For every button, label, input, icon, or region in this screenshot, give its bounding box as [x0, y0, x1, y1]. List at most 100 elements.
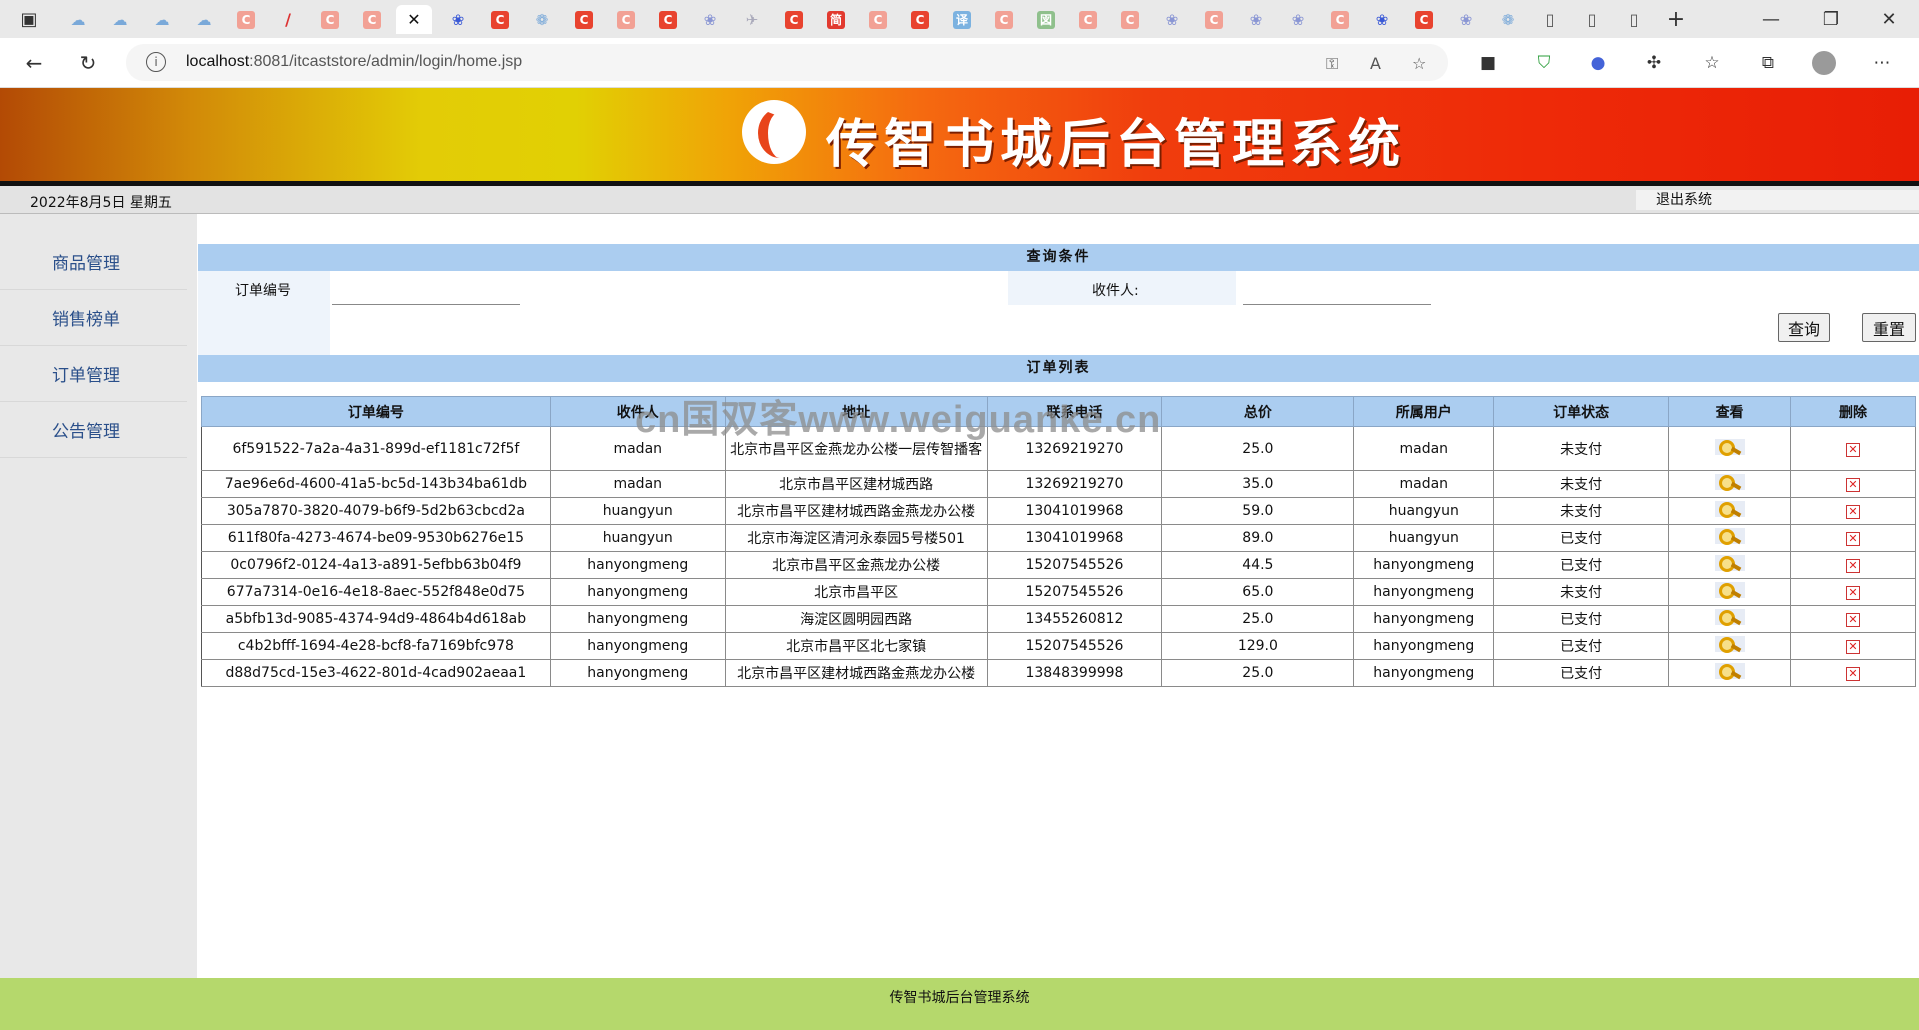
browser-tab[interactable]: ❀ [1448, 5, 1484, 34]
browser-tab[interactable]: ☁ [60, 5, 96, 34]
key-icon[interactable]: ⚿ [1326, 54, 1338, 74]
view-cell [1668, 470, 1792, 498]
new-tab-button[interactable]: + [1658, 5, 1694, 34]
browser-tab[interactable]: C [902, 5, 938, 34]
delete-icon[interactable]: ✕ [1846, 559, 1861, 573]
csdn-icon: C [617, 10, 635, 29]
browser-tab[interactable]: C [650, 5, 686, 34]
sidebar-item-orders[interactable]: 订单管理 [0, 346, 187, 402]
puzzle-icon[interactable]: ✣ [1642, 51, 1666, 75]
browser-tab[interactable]: C [1196, 5, 1232, 34]
reset-button[interactable]: 重置 [1862, 313, 1916, 342]
browser-tab[interactable]: 简 [818, 5, 854, 34]
cloud-icon: ☁ [70, 10, 86, 29]
view-magnifier-icon[interactable] [1714, 663, 1745, 680]
close-icon[interactable]: ✕ [407, 10, 420, 29]
url-text[interactable]: localhost:8081/itcaststore/admin/login/h… [186, 53, 522, 71]
browser-tab[interactable]: ✈ [734, 5, 770, 34]
browser-tab[interactable]: C [608, 5, 644, 34]
browser-tab[interactable]: ▯ [1616, 5, 1652, 34]
browser-tab[interactable]: C [1406, 5, 1442, 34]
browser-tab[interactable]: C [860, 5, 896, 34]
view-magnifier-icon[interactable] [1714, 582, 1745, 599]
favorites-icon[interactable]: ☆ [1700, 51, 1724, 75]
total-cell: 25.0 [1161, 426, 1355, 471]
view-magnifier-icon[interactable] [1714, 555, 1745, 572]
browser-tab[interactable]: 译 [944, 5, 980, 34]
browser-tab[interactable]: C [482, 5, 518, 34]
browser-tab[interactable]: ❀ [1280, 5, 1316, 34]
extension-icon[interactable]: ● [1586, 51, 1610, 75]
logout-link[interactable]: 退出系统 [1636, 190, 1919, 210]
browser-tab-active[interactable]: ✕ [396, 5, 432, 34]
browser-tab[interactable]: ❀ [1238, 5, 1274, 34]
browser-tab[interactable]: ☁ [186, 5, 222, 34]
delete-icon[interactable]: ✕ [1846, 613, 1861, 627]
extension-icon[interactable]: ■ [1476, 51, 1500, 75]
restore-icon[interactable]: ❐ [1808, 0, 1854, 38]
sidebar-item-notices[interactable]: 公告管理 [0, 402, 187, 458]
sidebar-item-products[interactable]: 商品管理 [0, 234, 187, 290]
browser-tab[interactable]: / [270, 5, 306, 34]
minimize-icon[interactable]: — [1748, 0, 1794, 38]
browser-tab[interactable]: ❀ [692, 5, 728, 34]
view-magnifier-icon[interactable] [1714, 501, 1745, 518]
view-cell [1668, 426, 1792, 471]
collections-icon[interactable]: ⧉ [1756, 51, 1780, 75]
browser-tab[interactable]: ❀ [440, 5, 476, 34]
view-magnifier-icon[interactable] [1714, 636, 1745, 653]
receiver-input[interactable] [1243, 281, 1431, 305]
browser-tab[interactable]: C [566, 5, 602, 34]
back-icon[interactable]: ← [18, 47, 50, 79]
order-id-cell: 677a7314-0e16-4e18-8aec-552f848e0d75 [201, 578, 551, 606]
current-date: 2022年8月5日 星期五 [30, 195, 172, 211]
browser-tab[interactable]: C [228, 5, 264, 34]
delete-icon[interactable]: ✕ [1846, 667, 1861, 681]
browser-tab[interactable]: ❁ [1490, 5, 1526, 34]
browser-tab[interactable]: ❀ [1154, 5, 1190, 34]
delete-icon[interactable]: ✕ [1846, 442, 1861, 457]
delete-icon[interactable]: ✕ [1846, 532, 1861, 546]
more-menu-icon[interactable]: ⋯ [1870, 51, 1894, 75]
search-button[interactable]: 查询 [1778, 313, 1830, 342]
order-id-input[interactable] [332, 281, 520, 305]
url-field[interactable]: i localhost:8081/itcaststore/admin/login… [126, 44, 1448, 81]
watermark-text: cn国双客www.weiguanke.cn [635, 399, 1162, 441]
browser-tab[interactable]: ☁ [102, 5, 138, 34]
view-magnifier-icon[interactable] [1714, 438, 1745, 456]
delete-icon[interactable]: ✕ [1846, 586, 1861, 600]
browser-tab[interactable]: ▯ [1532, 5, 1568, 34]
browser-tab[interactable]: C [1112, 5, 1148, 34]
favorite-star-icon[interactable]: ☆ [1412, 54, 1426, 73]
browser-tab[interactable]: C [354, 5, 390, 34]
browser-tab[interactable]: ▯ [1574, 5, 1610, 34]
shield-icon[interactable]: ⛉ [1532, 51, 1556, 75]
view-magnifier-icon[interactable] [1714, 609, 1745, 626]
sidebar-item-sales-ranking[interactable]: 销售榜单 [0, 290, 187, 346]
cloud-icon: ❁ [535, 10, 549, 29]
tab-actions-icon[interactable]: ▣ [6, 0, 52, 38]
browser-tab[interactable]: C [1322, 5, 1358, 34]
browser-tab[interactable]: C [776, 5, 812, 34]
browser-tab[interactable]: ☁ [144, 5, 180, 34]
table-row: 305a7870-3820-4079-b6f9-5d2b63cbcd2a hua… [201, 497, 1916, 525]
browser-tab[interactable]: ❁ [524, 5, 560, 34]
reload-icon[interactable]: ↻ [72, 47, 104, 79]
info-icon[interactable]: i [146, 52, 166, 72]
browser-tab[interactable]: C [1070, 5, 1106, 34]
system-title: 传智书城后台管理系统 [826, 115, 1407, 175]
browser-tab[interactable]: 図 [1028, 5, 1064, 34]
delete-icon[interactable]: ✕ [1846, 478, 1861, 492]
read-aloud-icon[interactable]: A [1370, 54, 1381, 73]
table-row: 7ae96e6d-4600-41a5-bc5d-143b34ba61db mad… [201, 470, 1916, 498]
browser-tab[interactable]: C [312, 5, 348, 34]
window-close-icon[interactable]: ✕ [1866, 0, 1912, 38]
delete-icon[interactable]: ✕ [1846, 505, 1861, 519]
browser-tab[interactable]: C [986, 5, 1022, 34]
delete-icon[interactable]: ✕ [1846, 640, 1861, 654]
browser-tab[interactable]: ❀ [1364, 5, 1400, 34]
view-magnifier-icon[interactable] [1714, 528, 1745, 545]
avatar[interactable] [1812, 51, 1836, 75]
view-magnifier-icon[interactable] [1714, 474, 1745, 491]
receiver-cell: hanyongmeng [549, 605, 726, 633]
